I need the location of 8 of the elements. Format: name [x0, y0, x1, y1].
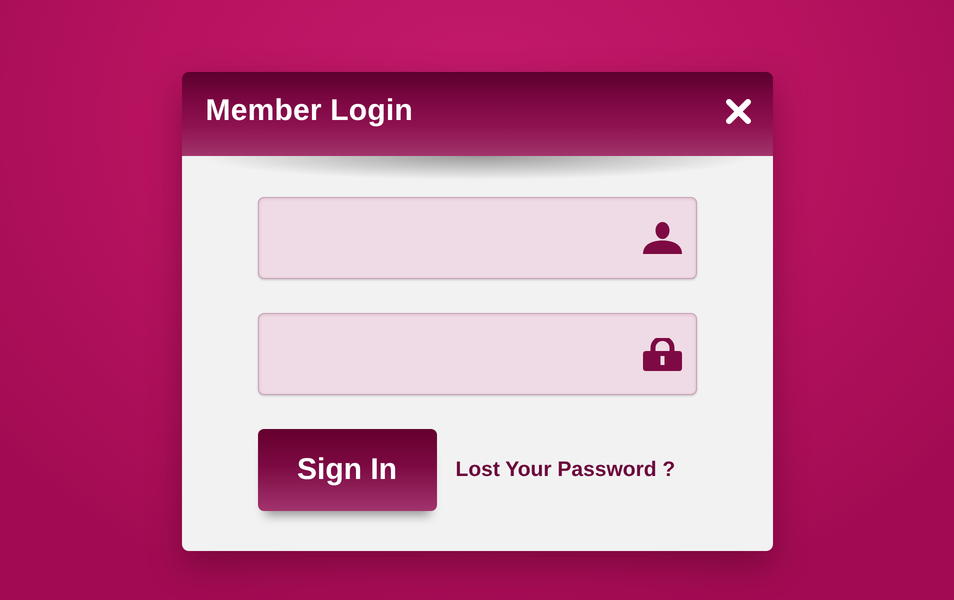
dialog-title: Member Login [206, 94, 413, 128]
close-icon[interactable] [724, 98, 752, 124]
padlock-icon [642, 338, 682, 370]
password-field[interactable] [258, 313, 696, 395]
sign-in-button[interactable]: Sign In [258, 429, 436, 511]
person-icon [642, 222, 682, 254]
username-field[interactable] [258, 197, 696, 279]
lost-password-link[interactable]: Lost Your Password ? [456, 458, 676, 482]
